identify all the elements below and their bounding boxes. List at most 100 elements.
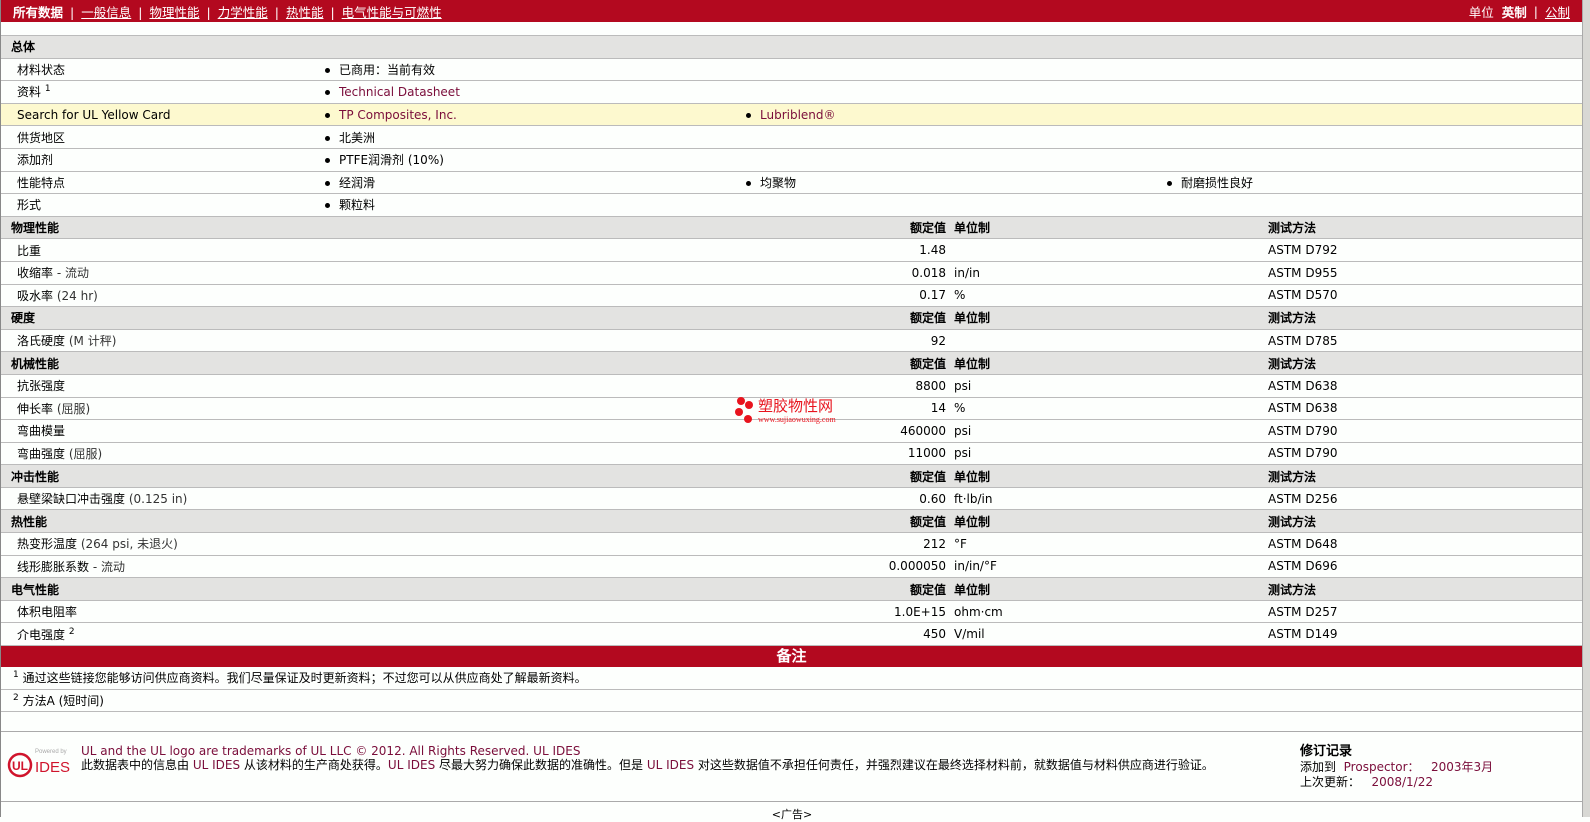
property-value: 14 [930,401,946,416]
footnote-number: 2 [13,692,19,703]
value-link[interactable]: Lubriblend® [760,108,836,122]
separator: | [330,4,335,20]
bullet-icon [746,112,751,118]
bullet-icon [746,180,751,186]
bullet-icon [325,89,330,95]
property-unit: V/mil [954,627,985,642]
ul-ides-link[interactable]: UL IDES [388,758,435,772]
revision-title: 修订记录 [1300,744,1353,760]
test-method: ASTM D696 [1268,559,1338,574]
property-unit: in/in [954,265,980,280]
test-column-header: 测试方法 [1268,514,1317,529]
property-label: 比重 [17,242,41,259]
property-row: 线形膨胀系数 - 流动 0.000050 in/in/°F ASTM D696 [1,556,1582,579]
separator: | [70,4,75,20]
property-label: 弯曲模量 [17,422,65,439]
property-row: 弯曲模量 460000 psi ASTM D790 [1,420,1582,443]
property-label: 弯曲强度 (屈服) [17,445,102,462]
bullet-icon [325,135,330,141]
property-label: 吸水率 (24 hr) [17,287,98,304]
nav-items: 所有数据 | 一般信息 | 物理性能 | 力学性能 | 热性能 | 电气性能与可燃性 [13,2,442,21]
property-table: 总体 材料状态 已商用：当前有效 资料 1 Technical Datasheet Sea… [1,36,1582,647]
test-column-header: 测试方法 [1268,469,1317,484]
value-cell: Lubriblend® [746,108,836,122]
test-method: ASTM D256 [1268,491,1338,506]
ul-ides-logo: UL Powered by IDES [7,749,70,778]
bullet-icon [1167,180,1172,186]
property-label: 介电强度 2 [17,626,75,643]
ul-ides-link[interactable]: UL IDES [647,758,694,772]
nav-item[interactable]: 物理性能 [149,5,199,20]
property-value: 450 [923,627,946,642]
value-column-header: 额定值 [909,469,946,484]
property-row: 体积电阻率 1.0E+15 ohm·cm ASTM D257 [1,601,1582,624]
property-condition: (屈服) [68,446,103,461]
property-value: 1.48 [919,243,946,258]
property-row: 洛氏硬度 (M 计秤) 92 ASTM D785 [1,330,1582,353]
property-unit: ft·lb/in [954,491,993,506]
property-name: 悬壁梁缺口冲击强度 [17,492,126,507]
updated-date: 2008/1/22 [1371,775,1433,790]
nav-item[interactable]: 一般信息 [81,5,131,20]
property-name: 比重 [17,243,42,258]
property-row: 伸长率 (屈服) 14% ASTM D638 [1,398,1582,421]
disclaimer-text: 此数据表中的信息由 [81,758,193,773]
test-method: ASTM D257 [1268,604,1338,619]
unit-metric-link[interactable]: 公制 [1545,2,1570,21]
label-text: 材料状态 [17,62,66,77]
property-row: 介电强度 2 450 V/mil ASTM D149 [1,623,1582,647]
property-name: 弯曲模量 [17,424,66,439]
footnote-number: 1 [13,670,19,681]
label-text: 添加剂 [17,153,54,168]
section-header: 物理性能 额定值 单位制 测试方法 [1,216,1582,240]
value-text: 已商用：当前有效 [339,62,436,77]
property-condition: - 流动 [56,266,89,281]
prospector-link[interactable]: Prospector： [1344,760,1420,774]
property-label: 洛氏硬度 (M 计秤) [17,332,116,349]
test-method: ASTM D785 [1268,333,1338,348]
unit-column-header: 单位制 [954,311,991,326]
value-cell: 经润滑 [325,174,375,191]
property-value: 92 [930,333,946,348]
nav-item[interactable]: 力学性能 [218,5,268,20]
section-title: 机械性能 [11,356,60,371]
value-link[interactable]: Technical Datasheet [339,85,460,99]
section-title: 总体 [11,40,36,55]
datasheet-page: 所有数据 | 一般信息 | 物理性能 | 力学性能 | 热性能 | 电气性能与可燃性 单位 英制 |… [0,0,1582,821]
test-method: ASTM D149 [1268,627,1338,642]
property-condition: (264 psi, 未退火) [80,537,178,552]
test-method: ASTM D790 [1268,446,1338,461]
value-link[interactable]: TP Composites, Inc. [339,108,457,122]
test-column-header: 测试方法 [1268,356,1317,371]
footer: UL Powered by IDES UL and the UL logo ar… [1,732,1582,803]
label-text: 性能特点 [17,175,66,190]
separator: | [138,4,143,20]
unit-column-header: 单位制 [954,582,991,597]
property-condition: (屈服) [56,401,91,416]
vertical-scrollbar[interactable] [1582,0,1590,817]
property-row: 吸水率 (24 hr) 0.17% ASTM D570 [1,285,1582,308]
label-text[interactable]: Search for UL Yellow Card [17,108,170,122]
nav-item: 所有数据 [13,4,64,20]
ad-label[interactable]: <广告> [1,806,1583,822]
property-label: 线形膨胀系数 - 流动 [17,558,125,575]
nav-item[interactable]: 热性能 [286,5,324,20]
ul-ides-link[interactable]: UL IDES [193,758,240,772]
property-name: 吸水率 [17,288,54,303]
property-unit: ohm·cm [954,604,1003,619]
section-header: 硬度 额定值 单位制 测试方法 [1,307,1582,330]
property-row: 悬壁梁缺口冲击强度 (0.125 in) 0.60 ft·lb/in ASTM D25… [1,488,1582,511]
revision-history: 修订记录 添加到 Prospector： 2003年3月 上次更新： 2008/… [1300,744,1493,791]
value-cell: 已商用：当前有效 [325,61,435,78]
updated-label: 上次更新： [1300,775,1361,790]
unit-english-active: 英制 [1501,4,1527,20]
nav-item[interactable]: 电气性能与可燃性 [342,5,442,20]
property-label: 抗张强度 [17,377,65,394]
note-text: 方法A (短时间) [22,693,104,708]
value-text: 经润滑 [339,175,376,190]
property-row: 弯曲强度 (屈服) 11000 psi ASTM D790 [1,443,1582,466]
separator: | [206,4,211,20]
property-unit: psi [954,446,972,461]
property-name: 弯曲强度 [17,446,66,461]
note-row: 2 方法A (短时间) [1,690,1582,713]
